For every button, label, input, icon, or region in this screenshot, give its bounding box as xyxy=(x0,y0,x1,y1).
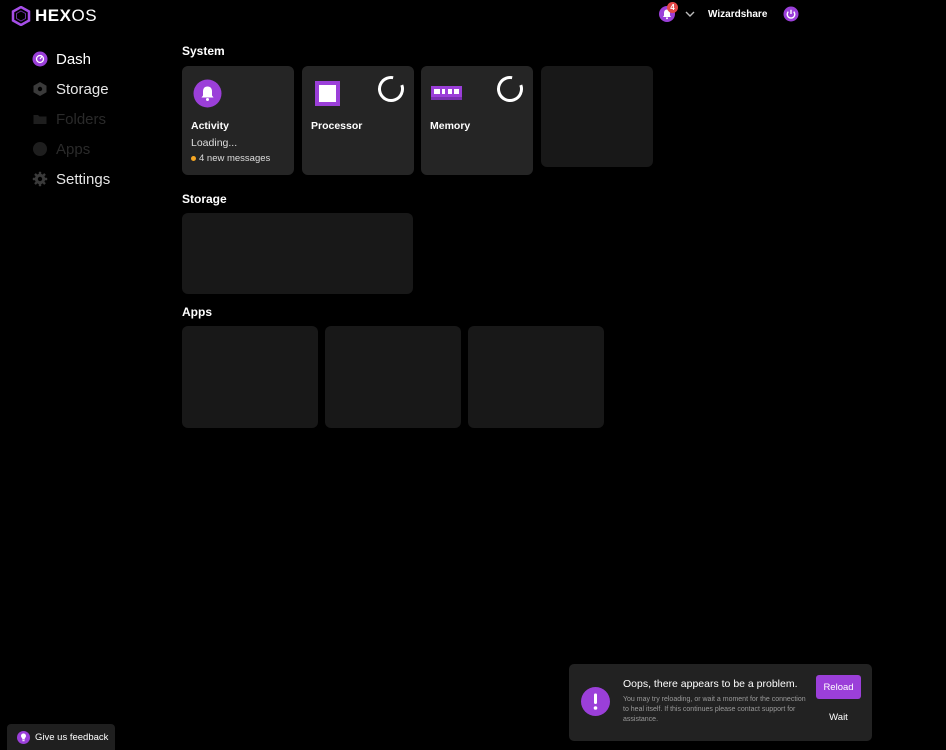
activity-messages-text: 4 new messages xyxy=(199,153,271,164)
section-title-apps: Apps xyxy=(182,305,212,319)
gear-icon xyxy=(32,171,48,187)
sidebar-item-storage[interactable]: Storage xyxy=(32,74,110,104)
section-title-storage: Storage xyxy=(182,192,227,206)
sidebar-item-settings[interactable]: Settings xyxy=(32,164,110,194)
chevron-down-icon[interactable] xyxy=(684,9,696,19)
memory-card[interactable]: Memory xyxy=(421,66,533,175)
memory-label: Memory xyxy=(430,120,471,132)
storage-card-placeholder xyxy=(182,213,413,294)
sidebar-item-label: Storage xyxy=(56,80,109,98)
folder-icon xyxy=(33,115,47,124)
sidebar-item-label: Apps xyxy=(56,140,91,158)
error-toast: Oops, there appears to be a problem. You… xyxy=(569,664,872,741)
toast-body: You may try reloading, or wait a moment … xyxy=(623,696,806,723)
processor-label: Processor xyxy=(311,120,363,132)
toast-title: Oops, there appears to be a problem. xyxy=(623,678,798,690)
hexagon-logo-icon xyxy=(11,6,31,26)
memory-icon xyxy=(431,86,462,100)
sidebar-item-apps[interactable]: Apps xyxy=(32,134,110,164)
power-icon[interactable] xyxy=(783,6,799,22)
notification-badge: 4 xyxy=(667,2,678,13)
sidebar-item-label: Dash xyxy=(56,50,92,68)
dash-icon xyxy=(32,51,48,67)
placeholder-card xyxy=(541,66,653,167)
sidebar-item-label: Settings xyxy=(56,170,111,188)
activity-label: Activity xyxy=(191,120,229,132)
activity-status: Loading... xyxy=(191,137,238,149)
processor-card[interactable]: Processor xyxy=(302,66,414,175)
sidebar-item-dash[interactable]: Dash xyxy=(32,44,110,74)
activity-messages: 4 new messages xyxy=(191,153,270,164)
loading-spinner-icon xyxy=(497,76,523,102)
hexagon-icon xyxy=(33,82,47,96)
processor-icon xyxy=(315,81,340,106)
reload-button[interactable]: Reload xyxy=(816,675,861,699)
logo-os-text: OS xyxy=(71,6,98,25)
notifications-button[interactable]: 4 xyxy=(658,2,678,23)
apps-icon xyxy=(33,142,47,156)
activity-card[interactable]: Activity Loading... 4 new messages xyxy=(182,66,294,175)
lightbulb-icon xyxy=(17,730,30,744)
brand-logo[interactable]: HEXOS xyxy=(11,6,97,26)
username[interactable]: Wizardshare xyxy=(708,9,767,20)
app-card-placeholder xyxy=(182,326,318,428)
loading-spinner-icon xyxy=(378,76,404,102)
sidebar-item-folders[interactable]: Folders xyxy=(32,104,110,134)
feedback-label: Give us feedback xyxy=(35,731,109,743)
logo-hex-text: HEX xyxy=(35,6,72,25)
logo-text: HEXOS xyxy=(35,6,97,26)
app-card-placeholder xyxy=(325,326,461,428)
status-dot xyxy=(191,155,196,161)
bell-icon xyxy=(193,79,222,108)
feedback-button[interactable]: Give us feedback xyxy=(7,724,115,750)
exclamation-icon xyxy=(581,687,610,716)
topbar: 4 Wizardshare xyxy=(658,2,799,23)
wait-button[interactable]: Wait xyxy=(816,708,861,726)
app-card-placeholder xyxy=(468,326,604,428)
section-title-system: System xyxy=(182,44,225,58)
sidebar-item-label: Folders xyxy=(56,110,107,128)
sidebar-nav: Dash Storage Folders Apps Settings xyxy=(32,44,110,194)
